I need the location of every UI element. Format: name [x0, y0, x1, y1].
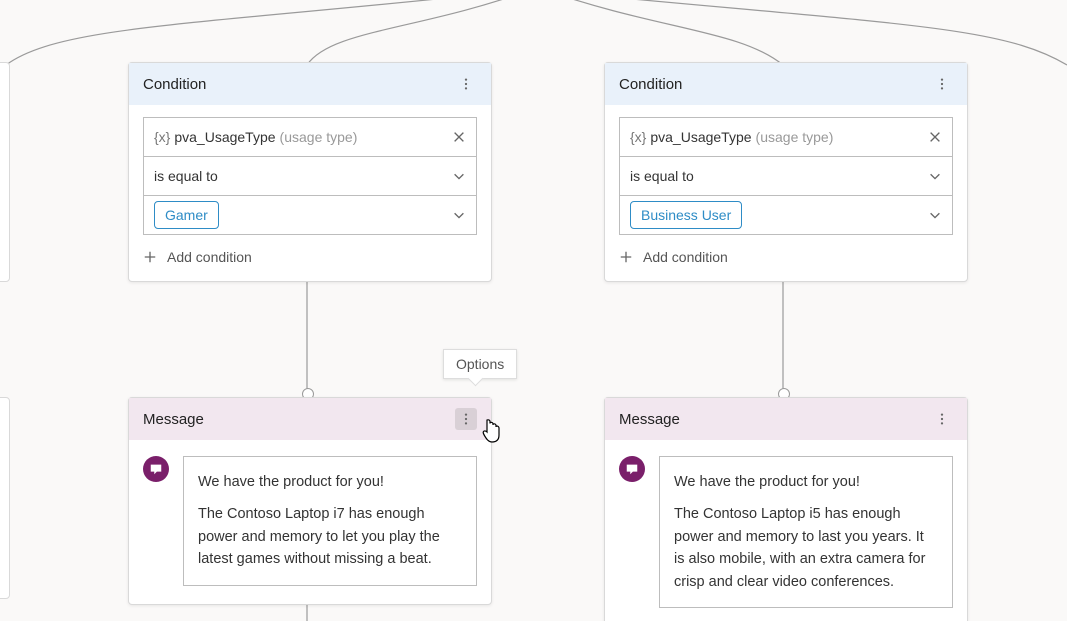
variable-name: pva_UsageType	[650, 129, 751, 145]
add-condition-label: Add condition	[167, 249, 252, 265]
clear-variable-icon[interactable]	[928, 130, 942, 144]
variable-name: pva_UsageType	[174, 129, 275, 145]
add-condition-label: Add condition	[643, 249, 728, 265]
options-tooltip: Options	[443, 349, 517, 379]
offscreen-card-sliver	[0, 397, 10, 599]
clear-variable-icon[interactable]	[452, 130, 466, 144]
condition-title: Condition	[143, 76, 206, 93]
variable-selector[interactable]: {x} pva_UsageType (usage type)	[620, 118, 952, 156]
plus-icon	[619, 250, 633, 264]
value-dropdown[interactable]: Gamer	[144, 195, 476, 234]
condition-title: Condition	[619, 76, 682, 93]
offscreen-card-sliver	[0, 62, 10, 282]
bot-message-icon	[619, 456, 645, 482]
chevron-down-icon	[928, 208, 942, 222]
variable-selector[interactable]: {x} pva_UsageType (usage type)	[144, 118, 476, 156]
more-options-button[interactable]	[931, 408, 953, 430]
vertical-dots-icon	[935, 77, 949, 91]
vertical-dots-icon	[459, 77, 473, 91]
chevron-down-icon	[452, 169, 466, 183]
more-options-button[interactable]	[931, 73, 953, 95]
add-condition-button[interactable]: Add condition	[143, 249, 477, 265]
chevron-down-icon	[928, 169, 942, 183]
plus-icon	[143, 250, 157, 264]
value-pill: Gamer	[154, 201, 219, 229]
condition-card: Condition {x} pva_UsageType (usage type)…	[604, 62, 968, 282]
condition-card: Condition {x} pva_UsageType (usage type)…	[128, 62, 492, 282]
variable-type: (usage type)	[280, 129, 358, 145]
variable-icon: {x}	[630, 129, 646, 145]
vertical-dots-icon	[459, 412, 473, 426]
more-options-button[interactable]	[455, 408, 477, 430]
variable-type: (usage type)	[756, 129, 834, 145]
message-card: Message We have the product for you! The…	[128, 397, 492, 605]
chevron-down-icon	[452, 208, 466, 222]
add-condition-button[interactable]: Add condition	[619, 249, 953, 265]
operator-label: is equal to	[154, 168, 218, 184]
operator-dropdown[interactable]: is equal to	[620, 156, 952, 195]
bot-message-icon	[143, 456, 169, 482]
more-options-button[interactable]	[455, 73, 477, 95]
message-title: Message	[619, 411, 680, 428]
value-dropdown[interactable]: Business User	[620, 195, 952, 234]
message-text[interactable]: We have the product for you! The Contoso…	[183, 456, 477, 586]
vertical-dots-icon	[935, 412, 949, 426]
operator-dropdown[interactable]: is equal to	[144, 156, 476, 195]
message-title: Message	[143, 411, 204, 428]
message-line: We have the product for you!	[198, 471, 462, 493]
message-line: The Contoso Laptop i7 has enough power a…	[198, 503, 462, 570]
operator-label: is equal to	[630, 168, 694, 184]
message-card: Message We have the product for you! The…	[604, 397, 968, 621]
message-line: We have the product for you!	[674, 471, 938, 493]
variable-icon: {x}	[154, 129, 170, 145]
message-text[interactable]: We have the product for you! The Contoso…	[659, 456, 953, 608]
value-pill: Business User	[630, 201, 742, 229]
message-line: The Contoso Laptop i5 has enough power a…	[674, 503, 938, 593]
